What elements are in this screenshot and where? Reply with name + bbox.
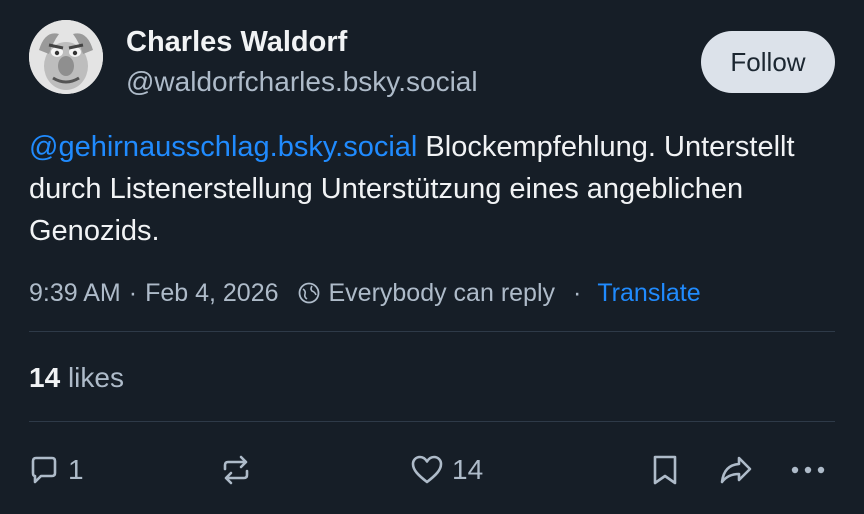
post-thread-view: Charles Waldorf @waldorfcharles.bsky.soc… (0, 0, 864, 514)
share-icon (720, 456, 752, 484)
mention-link[interactable]: @gehirnausschlag.bsky.social (29, 131, 417, 163)
divider (29, 421, 835, 422)
share-button[interactable] (718, 446, 754, 494)
like-button[interactable]: 14 (410, 446, 483, 494)
post-text: @gehirnausschlag.bsky.social Blockempfeh… (29, 126, 829, 252)
avatar-image (29, 20, 103, 94)
bookmark-button[interactable] (651, 446, 679, 494)
likes-summary[interactable]: 14 likes (29, 360, 124, 396)
follow-button[interactable]: Follow (701, 31, 835, 93)
likes-count: 14 (29, 362, 61, 393)
reply-icon (31, 456, 57, 484)
post-date[interactable]: Feb 4, 2026 (145, 276, 278, 310)
author-block: Charles Waldorf @waldorfcharles.bsky.soc… (126, 24, 478, 100)
meta-separator: · (573, 279, 582, 307)
post-meta: 9:39 AM · Feb 4, 2026 Everybody can repl… (29, 276, 701, 310)
translate-link[interactable]: Translate (597, 276, 700, 310)
likes-label: likes (67, 362, 124, 393)
post-time[interactable]: 9:39 AM (29, 276, 121, 310)
reply-count: 1 (68, 454, 84, 485)
bookmark-icon (653, 455, 677, 485)
avatar[interactable] (29, 20, 103, 94)
repost-icon (223, 455, 249, 485)
more-icon (791, 466, 825, 474)
author-display-name[interactable]: Charles Waldorf (126, 24, 478, 60)
reply-button[interactable]: 1 (28, 446, 84, 494)
heart-icon (411, 455, 443, 484)
action-bar: 1 14 (0, 446, 864, 494)
like-count: 14 (452, 454, 484, 485)
repost-button[interactable] (219, 446, 253, 494)
divider (29, 331, 835, 332)
more-options-button[interactable] (790, 446, 826, 494)
meta-separator: · (128, 279, 138, 307)
globe-icon (298, 282, 319, 304)
reply-setting[interactable]: Everybody can reply (329, 276, 556, 310)
author-handle[interactable]: @waldorfcharles.bsky.social (126, 64, 478, 100)
